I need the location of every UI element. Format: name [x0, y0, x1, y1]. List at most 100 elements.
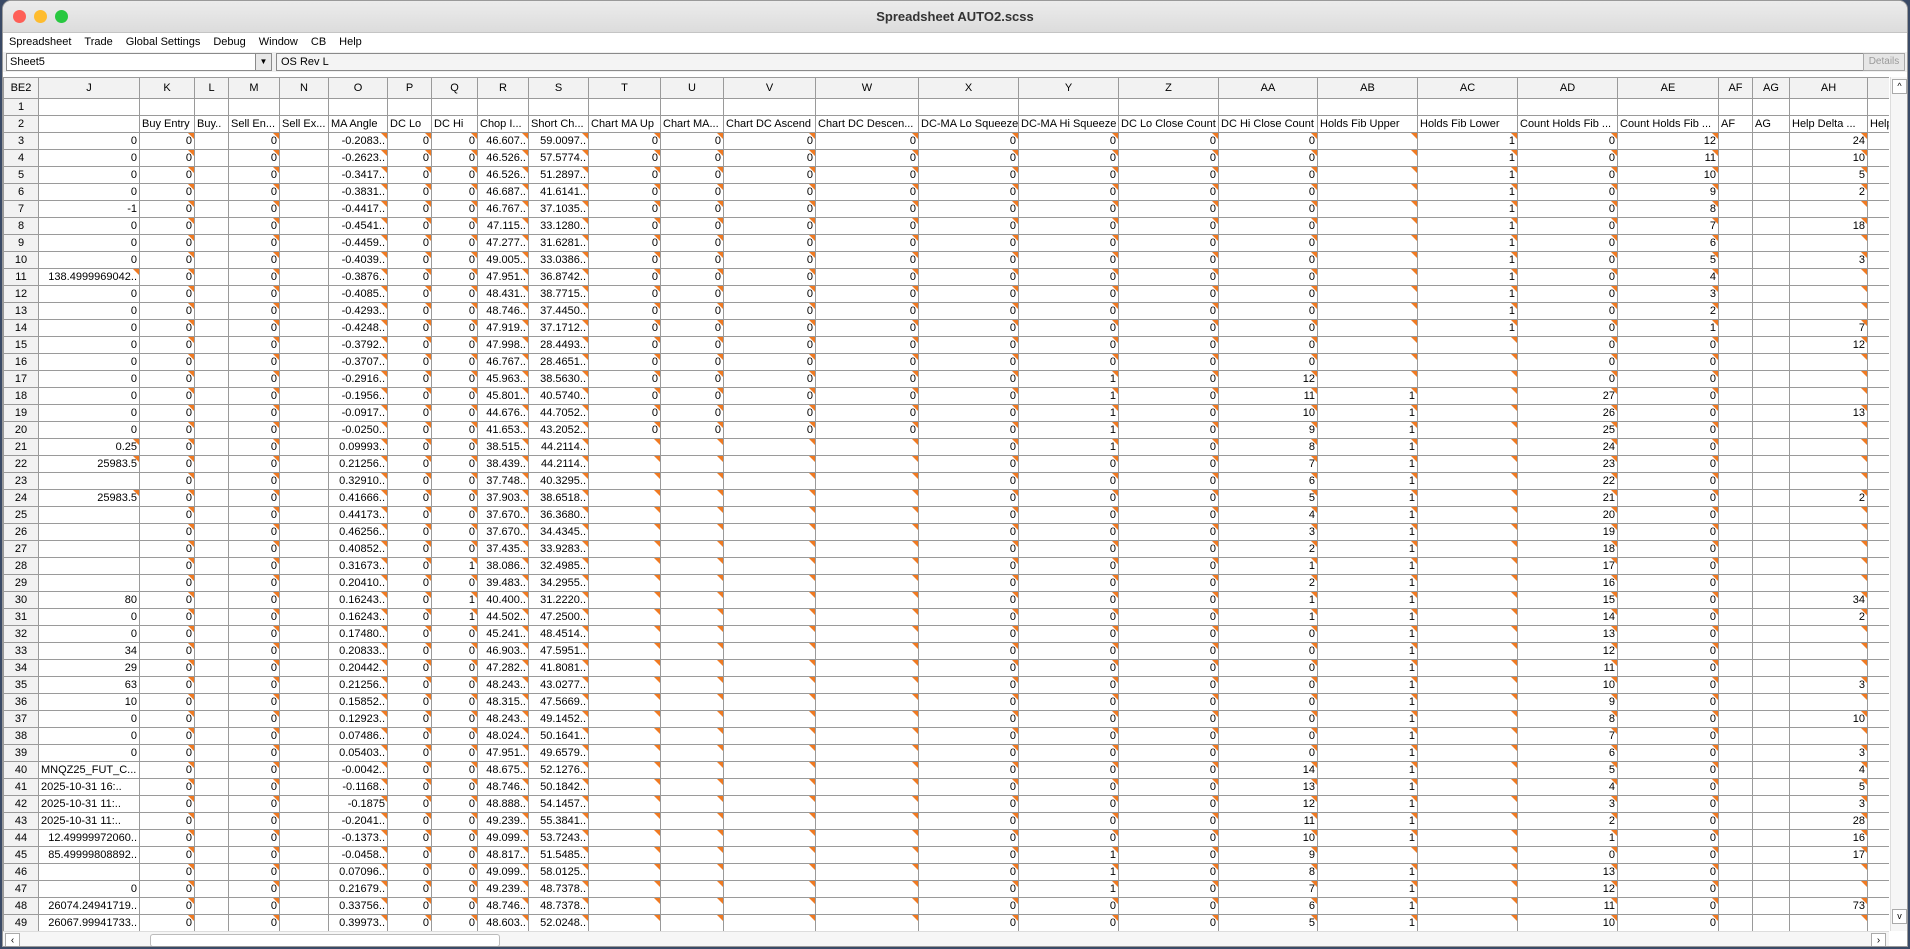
cell[interactable]: 0 — [588, 183, 661, 201]
cell[interactable] — [1417, 812, 1518, 830]
cell[interactable]: 25983.5 — [38, 489, 140, 507]
cell[interactable]: 38.086.. — [477, 557, 529, 575]
cell[interactable] — [38, 98, 140, 116]
cell[interactable] — [1018, 98, 1119, 116]
cell[interactable] — [660, 642, 724, 660]
cell[interactable]: 0 — [723, 353, 816, 371]
cell[interactable]: 1 — [1317, 404, 1418, 422]
row-header[interactable]: 38 — [3, 727, 39, 745]
cell[interactable]: 0 — [431, 812, 478, 830]
cell[interactable]: 1 — [1018, 370, 1119, 388]
cell[interactable]: 0 — [1118, 251, 1219, 269]
cell[interactable]: 34.4345.. — [528, 523, 589, 541]
column-header[interactable]: AD — [1517, 77, 1618, 99]
cell[interactable] — [1752, 846, 1790, 864]
cell[interactable]: 0 — [1118, 489, 1219, 507]
cell[interactable]: 1 — [1317, 540, 1418, 558]
cell[interactable]: 0 — [139, 251, 195, 269]
cell[interactable] — [1417, 897, 1518, 915]
row-header[interactable]: 46 — [3, 863, 39, 881]
cell[interactable]: 0 — [918, 149, 1019, 167]
cell[interactable]: 28.4651.. — [528, 353, 589, 371]
cell[interactable] — [1867, 863, 1889, 881]
cell[interactable] — [228, 98, 280, 116]
cell[interactable]: 9 — [1617, 183, 1719, 201]
column-header[interactable]: R — [477, 77, 529, 99]
sheet-select[interactable]: Sheet5 ▼ — [6, 53, 272, 71]
cell[interactable] — [660, 608, 724, 626]
cell[interactable]: 0 — [918, 132, 1019, 150]
cell[interactable]: 44.2114.. — [528, 455, 589, 473]
cell[interactable]: 0 — [1617, 727, 1719, 745]
cell[interactable] — [1417, 540, 1518, 558]
cell[interactable] — [1867, 438, 1889, 456]
cell[interactable]: 0 — [1517, 302, 1618, 320]
cell[interactable]: 11 — [1517, 897, 1618, 915]
cell[interactable] — [1867, 472, 1889, 490]
column-header[interactable]: J — [38, 77, 140, 99]
cell[interactable] — [1789, 455, 1868, 473]
cell[interactable] — [194, 200, 229, 218]
cell[interactable] — [723, 625, 816, 643]
cell[interactable] — [1718, 574, 1753, 592]
column-header[interactable]: AG — [1752, 77, 1790, 99]
cell[interactable]: 0 — [1118, 829, 1219, 847]
cell[interactable]: 8 — [1517, 710, 1618, 728]
cell[interactable]: 0 — [228, 642, 280, 660]
cell[interactable] — [588, 98, 661, 116]
cell[interactable]: 0 — [588, 251, 661, 269]
cell[interactable]: 0.09993.. — [328, 438, 388, 456]
cell[interactable]: 0 — [139, 659, 195, 677]
cell[interactable] — [194, 438, 229, 456]
cell[interactable]: 0 — [139, 353, 195, 371]
cell[interactable] — [194, 489, 229, 507]
cell[interactable] — [279, 455, 329, 473]
cell[interactable]: 0 — [431, 370, 478, 388]
cell[interactable]: 0 — [1617, 625, 1719, 643]
cell[interactable]: 0 — [1617, 744, 1719, 762]
cell[interactable]: 0 — [387, 914, 432, 931]
cell[interactable] — [588, 880, 661, 898]
cell[interactable]: 7 — [1517, 727, 1618, 745]
cell[interactable]: 0 — [1617, 846, 1719, 864]
cell[interactable] — [1718, 200, 1753, 218]
cell[interactable]: -0.1168.. — [328, 778, 388, 796]
cell[interactable] — [588, 472, 661, 490]
cell[interactable]: 0 — [387, 370, 432, 388]
cell[interactable] — [194, 693, 229, 711]
cell[interactable] — [815, 897, 919, 915]
cell[interactable]: 0 — [918, 880, 1019, 898]
cell[interactable]: 0 — [139, 234, 195, 252]
formula-input[interactable]: OS Rev L — [276, 53, 1864, 71]
cell[interactable] — [815, 455, 919, 473]
cell[interactable] — [194, 404, 229, 422]
cell[interactable]: 0 — [723, 421, 816, 439]
cell[interactable]: 2 — [1218, 540, 1318, 558]
cell[interactable]: 2 — [1218, 574, 1318, 592]
cell[interactable]: 0.25 — [38, 438, 140, 456]
cell[interactable]: 0 — [1118, 693, 1219, 711]
cell[interactable] — [1218, 98, 1318, 116]
cell[interactable]: 13 — [1218, 778, 1318, 796]
cell[interactable]: 46.687.. — [477, 183, 529, 201]
cell[interactable] — [279, 489, 329, 507]
column-label[interactable]: DC Lo Close Count — [1118, 115, 1219, 133]
cell[interactable]: 0 — [38, 880, 140, 898]
cell[interactable]: -0.2083.. — [328, 132, 388, 150]
cell[interactable]: 0 — [1118, 438, 1219, 456]
cell[interactable]: 0 — [228, 880, 280, 898]
cell[interactable]: 2 — [1789, 183, 1868, 201]
cell[interactable]: 0 — [1018, 914, 1119, 931]
cell[interactable]: 0 — [228, 557, 280, 575]
cell[interactable]: 0 — [918, 795, 1019, 813]
cell[interactable]: -0.3876.. — [328, 268, 388, 286]
cell[interactable]: 0 — [387, 863, 432, 881]
cell[interactable]: 0 — [139, 268, 195, 286]
cell[interactable]: 0 — [1218, 268, 1318, 286]
cell[interactable]: 46.767.. — [477, 353, 529, 371]
cell[interactable]: 4 — [1789, 761, 1868, 779]
cell[interactable]: 37.1035.. — [528, 200, 589, 218]
cell[interactable] — [1718, 370, 1753, 388]
cell[interactable]: 0 — [588, 268, 661, 286]
cell[interactable] — [279, 880, 329, 898]
